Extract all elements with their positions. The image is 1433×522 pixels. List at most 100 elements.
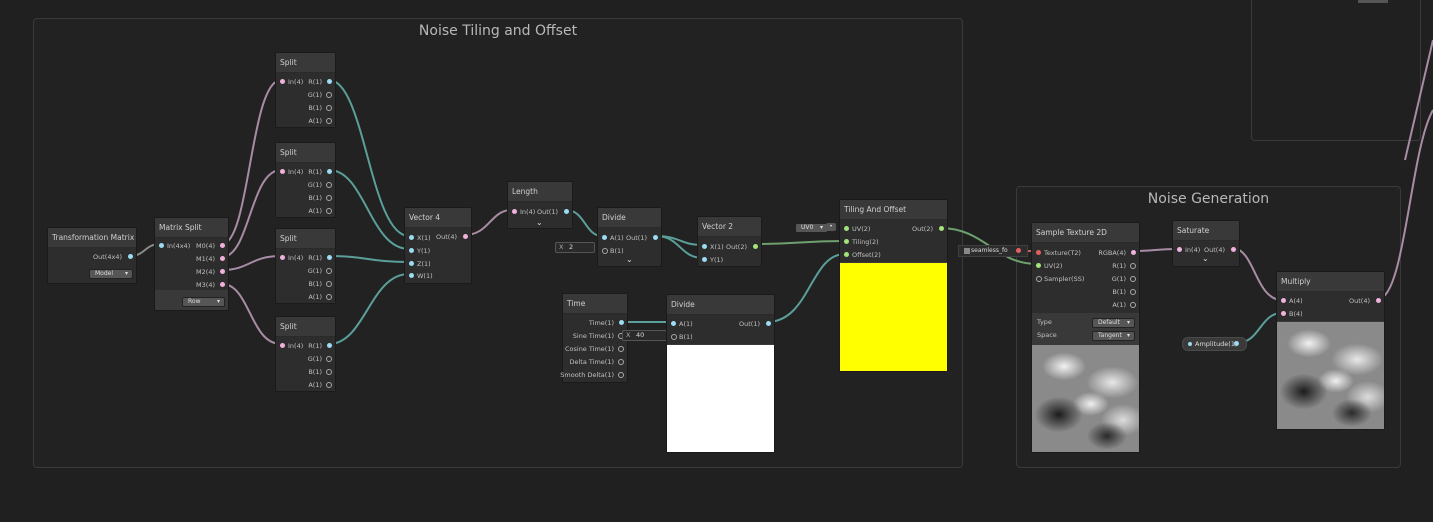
- input-port[interactable]: [409, 261, 414, 266]
- output-port[interactable]: [326, 268, 332, 274]
- output-port[interactable]: [326, 369, 332, 375]
- expand-chevron-icon[interactable]: ⌄: [1202, 254, 1209, 263]
- input-port[interactable]: [1036, 263, 1041, 268]
- mode-dropdown[interactable]: Row: [182, 297, 225, 307]
- output-port[interactable]: [327, 79, 332, 84]
- output-port[interactable]: [619, 320, 624, 325]
- length-node[interactable]: Length In(4) Out(1) ⌄: [507, 181, 573, 229]
- space-dropdown[interactable]: Tangent: [1092, 331, 1135, 341]
- sample-texture-2d-node[interactable]: Sample Texture 2D Texture(T2) UV(2) Samp…: [1031, 222, 1140, 453]
- multiply-node[interactable]: Multiply A(4) B(4) Out(4): [1276, 271, 1385, 430]
- port-label: Out(4): [1349, 297, 1370, 305]
- output-port[interactable]: [1130, 289, 1136, 295]
- input-port[interactable]: [1177, 247, 1182, 252]
- input-port[interactable]: [702, 244, 707, 249]
- output-port[interactable]: [326, 294, 332, 300]
- tiling-and-offset-node[interactable]: Tiling And Offset UV(2) Tiling(2) Offset…: [839, 199, 948, 372]
- output-port[interactable]: [326, 105, 332, 111]
- divide-node[interactable]: Divide A(1) B(1) Out(1): [666, 294, 775, 453]
- space-dropdown[interactable]: Model: [89, 269, 133, 279]
- saturate-node[interactable]: Saturate In(4) Out(4) ⌄: [1172, 220, 1240, 267]
- split-node[interactable]: Split In(4) R(1) G(1) B(1) A(1): [275, 316, 336, 392]
- output-port[interactable]: [327, 255, 332, 260]
- split-node[interactable]: Split In(4) R(1) G(1) B(1) A(1): [275, 52, 336, 128]
- output-port[interactable]: [220, 282, 225, 287]
- divide-b-input[interactable]: X 2: [555, 242, 595, 253]
- input-port[interactable]: [1036, 250, 1041, 255]
- matrix-split-node[interactable]: Matrix Split In(4x4) M0(4) M1(4) M2(4) M…: [154, 217, 229, 311]
- input-port[interactable]: [671, 334, 677, 340]
- port-label: Sampler(SS): [1044, 275, 1085, 283]
- expand-chevron-icon[interactable]: ⌄: [626, 255, 633, 264]
- divide-b-input[interactable]: X 40: [622, 330, 668, 341]
- output-port[interactable]: [1016, 248, 1021, 253]
- split-node[interactable]: Split In(4) R(1) G(1) B(1) A(1): [275, 142, 336, 218]
- output-port[interactable]: [1130, 276, 1136, 282]
- output-port[interactable]: [220, 243, 225, 248]
- input-port[interactable]: [409, 235, 414, 240]
- input-port[interactable]: [602, 235, 607, 240]
- input-port[interactable]: [844, 226, 849, 231]
- input-port[interactable]: [702, 257, 707, 262]
- output-port[interactable]: [753, 244, 758, 249]
- output-port[interactable]: [618, 372, 624, 378]
- input-port[interactable]: [844, 252, 849, 257]
- output-port[interactable]: [326, 182, 332, 188]
- split-node[interactable]: Split In(4) R(1) G(1) B(1) A(1): [275, 228, 336, 304]
- input-port[interactable]: [1281, 311, 1286, 316]
- output-port[interactable]: [1231, 247, 1236, 252]
- output-port[interactable]: [618, 346, 624, 352]
- input-port[interactable]: [409, 273, 414, 278]
- output-port[interactable]: [326, 195, 332, 201]
- output-port[interactable]: [653, 235, 658, 240]
- output-port[interactable]: [1234, 341, 1239, 346]
- output-port[interactable]: [128, 254, 133, 259]
- amplitude-property-node[interactable]: Amplitude(1): [1182, 337, 1247, 351]
- output-port[interactable]: [326, 281, 332, 287]
- output-port[interactable]: [327, 169, 332, 174]
- output-port[interactable]: [618, 359, 624, 365]
- input-port[interactable]: [280, 79, 285, 84]
- vector4-node[interactable]: Vector 4 X(1) Y(1) Z(1) W(1) Out(4): [404, 207, 472, 284]
- vector2-node[interactable]: Vector 2 X(1) Y(1) Out(2): [697, 216, 762, 267]
- input-port[interactable]: [602, 248, 608, 254]
- output-port[interactable]: [564, 209, 569, 214]
- input-port[interactable]: [159, 243, 164, 248]
- output-port[interactable]: [939, 226, 944, 231]
- output-port[interactable]: [1130, 263, 1136, 269]
- time-node[interactable]: Time Time(1) Sine Time(1) Cosine Time(1)…: [560, 293, 628, 383]
- input-port[interactable]: [409, 248, 414, 253]
- output-port[interactable]: [326, 356, 332, 362]
- input-port[interactable]: [1036, 276, 1042, 282]
- output-port[interactable]: [766, 321, 771, 326]
- output-port[interactable]: [326, 118, 332, 124]
- output-port[interactable]: [1376, 298, 1381, 303]
- expand-chevron-icon[interactable]: ⌄: [536, 218, 543, 227]
- port-label: R(1): [308, 78, 322, 86]
- output-port[interactable]: [220, 256, 225, 261]
- output-port[interactable]: [1130, 302, 1136, 308]
- input-port[interactable]: [1281, 298, 1286, 303]
- output-port[interactable]: [326, 208, 332, 214]
- node-title: Split: [276, 229, 335, 249]
- port-label: A(4): [1289, 297, 1303, 305]
- divide-node[interactable]: Divide A(1) B(1) Out(1) ⌄: [597, 207, 662, 267]
- transformation-matrix-node[interactable]: Transformation Matrix Out(4x4) Model: [47, 227, 137, 284]
- texture-property-node[interactable]: seamless_fo: [958, 245, 1028, 257]
- output-port[interactable]: [463, 234, 468, 239]
- input-port[interactable]: [280, 255, 285, 260]
- output-port[interactable]: [220, 269, 225, 274]
- uv-channel-dropdown[interactable]: UV0: [795, 223, 828, 233]
- output-port[interactable]: [327, 343, 332, 348]
- port-label: M1(4): [196, 255, 215, 263]
- input-port[interactable]: [512, 209, 517, 214]
- output-port[interactable]: [326, 382, 332, 388]
- output-port[interactable]: [326, 92, 332, 98]
- input-port[interactable]: [844, 239, 849, 244]
- type-dropdown[interactable]: Default: [1092, 318, 1135, 328]
- wire: [1377, 109, 1433, 300]
- output-port[interactable]: [1131, 250, 1136, 255]
- input-port[interactable]: [280, 343, 285, 348]
- input-port[interactable]: [671, 321, 676, 326]
- input-port[interactable]: [280, 169, 285, 174]
